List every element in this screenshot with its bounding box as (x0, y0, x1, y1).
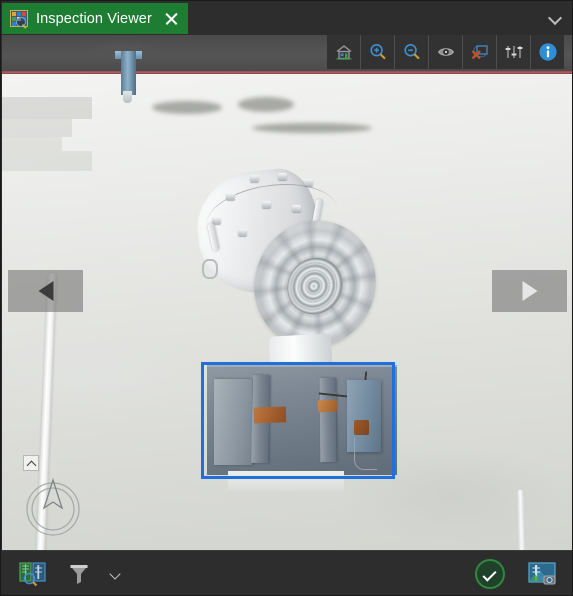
surface-stain (252, 123, 372, 133)
surface-stain (2, 137, 62, 151)
next-arrow-icon[interactable] (492, 270, 567, 312)
home-icon[interactable] (327, 35, 361, 69)
antenna-latch (202, 259, 218, 279)
bottom-toolbar-left-group (16, 557, 124, 591)
check-circle-glyph (475, 559, 505, 589)
tab-inspection-viewer[interactable]: Inspection Viewer (2, 3, 188, 34)
inspection-grid-magnifier-icon (10, 10, 28, 29)
compass-north-icon[interactable] (22, 475, 84, 537)
surface-stain (238, 97, 294, 112)
surface-stain (2, 151, 92, 171)
image-viewer-canvas[interactable] (2, 35, 572, 550)
zoom-out-icon[interactable] (395, 35, 429, 69)
roof-bracket (121, 51, 136, 95)
title-bar: Inspection Viewer (1, 1, 572, 35)
tab-title-label: Inspection Viewer (36, 10, 152, 27)
roof-bracket-foot (123, 91, 132, 103)
inspection-compare-icon[interactable] (16, 557, 50, 591)
right-triangle-glyph (522, 281, 537, 301)
inspection-viewer-window: Inspection Viewer (0, 0, 573, 596)
info-icon[interactable] (531, 35, 564, 69)
chevron-up-icon[interactable] (23, 455, 39, 471)
viewer-toolbar (327, 35, 564, 69)
filter-funnel-icon[interactable] (62, 557, 96, 591)
clear-shape-icon[interactable] (463, 35, 497, 69)
bottom-toolbar (2, 550, 572, 595)
chevron-down-icon[interactable] (549, 12, 562, 25)
previous-arrow-icon[interactable] (8, 270, 83, 312)
chevron-down-icon[interactable] (108, 566, 124, 582)
confirm-check-icon[interactable] (473, 557, 507, 591)
zoom-in-icon[interactable] (361, 35, 395, 69)
bottom-toolbar-right-group (473, 557, 559, 591)
sliders-icon[interactable] (497, 35, 531, 69)
annotation-bounding-box[interactable] (201, 362, 395, 479)
eye-icon[interactable] (429, 35, 463, 69)
surface-stain (2, 119, 72, 137)
surface-stain (2, 97, 92, 119)
surface-stain (152, 101, 222, 114)
left-triangle-glyph (38, 281, 53, 301)
image-capture-icon[interactable] (525, 557, 559, 591)
close-icon[interactable] (164, 11, 179, 26)
